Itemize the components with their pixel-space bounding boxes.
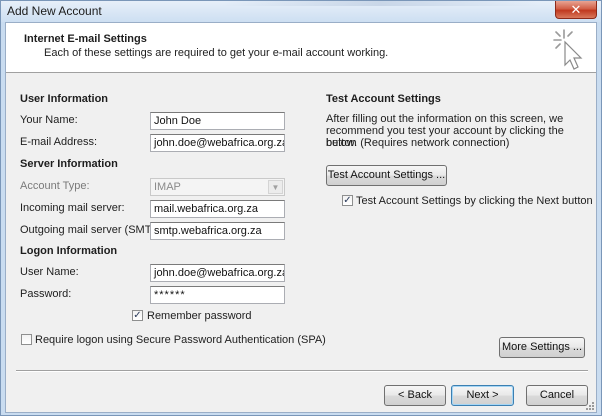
resize-grip-icon[interactable] [585, 401, 595, 411]
add-account-dialog: Add New Account ✕ Internet E-mail Settin… [0, 0, 602, 416]
incoming-server-label: Incoming mail server: [20, 202, 125, 214]
test-on-next-label: Test Account Settings by clicking the Ne… [356, 195, 593, 207]
password-field[interactable]: ****** [150, 286, 285, 304]
account-type-select[interactable]: IMAP ▼ [150, 178, 285, 196]
account-type-label: Account Type: [20, 180, 90, 192]
email-address-field[interactable]: john.doe@webafrica.org.za [150, 134, 285, 152]
window-title: Add New Account [7, 4, 102, 18]
user-name-label: User Name: [20, 266, 79, 278]
dropdown-arrow-icon[interactable]: ▼ [268, 180, 283, 194]
user-info-heading: User Information [20, 93, 109, 105]
test-settings-heading: Test Account Settings [326, 93, 441, 105]
remember-password-label: Remember password [147, 310, 252, 322]
your-name-field[interactable]: John Doe [150, 112, 285, 130]
title-bar-highlight [221, 1, 541, 6]
outgoing-server-field[interactable]: smtp.webafrica.org.za [150, 222, 285, 240]
dialog-body: Internet E-mail Settings Each of these s… [5, 22, 597, 413]
test-account-settings-button[interactable]: Test Account Settings ... [326, 165, 447, 186]
test-on-next-checkbox[interactable]: ✓ [342, 195, 353, 206]
remember-password-checkbox[interactable]: ✓ [132, 310, 143, 321]
password-label: Password: [20, 288, 72, 300]
test-description-line-3: below. (Requires network connection) [326, 137, 510, 149]
spa-label: Require logon using Secure Password Auth… [35, 334, 326, 346]
footer-divider [16, 370, 588, 372]
cursor-sparkle-icon [553, 29, 583, 70]
account-type-value: IMAP [154, 181, 181, 193]
more-settings-button[interactable]: More Settings ... [499, 337, 585, 358]
server-info-heading: Server Information [20, 158, 118, 170]
header-title: Internet E-mail Settings [24, 33, 147, 45]
spa-checkbox[interactable] [21, 334, 32, 345]
cancel-button[interactable]: Cancel [526, 385, 588, 406]
header-panel: Internet E-mail Settings Each of these s… [6, 23, 596, 73]
close-button[interactable]: ✕ [555, 1, 597, 19]
email-address-label: E-mail Address: [20, 136, 98, 148]
logon-info-heading: Logon Information [20, 245, 118, 257]
your-name-label: Your Name: [20, 114, 78, 126]
incoming-server-field[interactable]: mail.webafrica.org.za [150, 200, 285, 218]
outgoing-server-label: Outgoing mail server (SMTP): [20, 224, 166, 236]
user-name-field[interactable]: john.doe@webafrica.org.za [150, 264, 285, 282]
back-button[interactable]: < Back [384, 385, 446, 406]
test-description-line-1: After filling out the information on thi… [326, 113, 564, 125]
next-button[interactable]: Next > [451, 385, 514, 406]
header-subtitle: Each of these settings are required to g… [44, 47, 389, 59]
title-bar[interactable]: Add New Account ✕ [1, 1, 601, 22]
